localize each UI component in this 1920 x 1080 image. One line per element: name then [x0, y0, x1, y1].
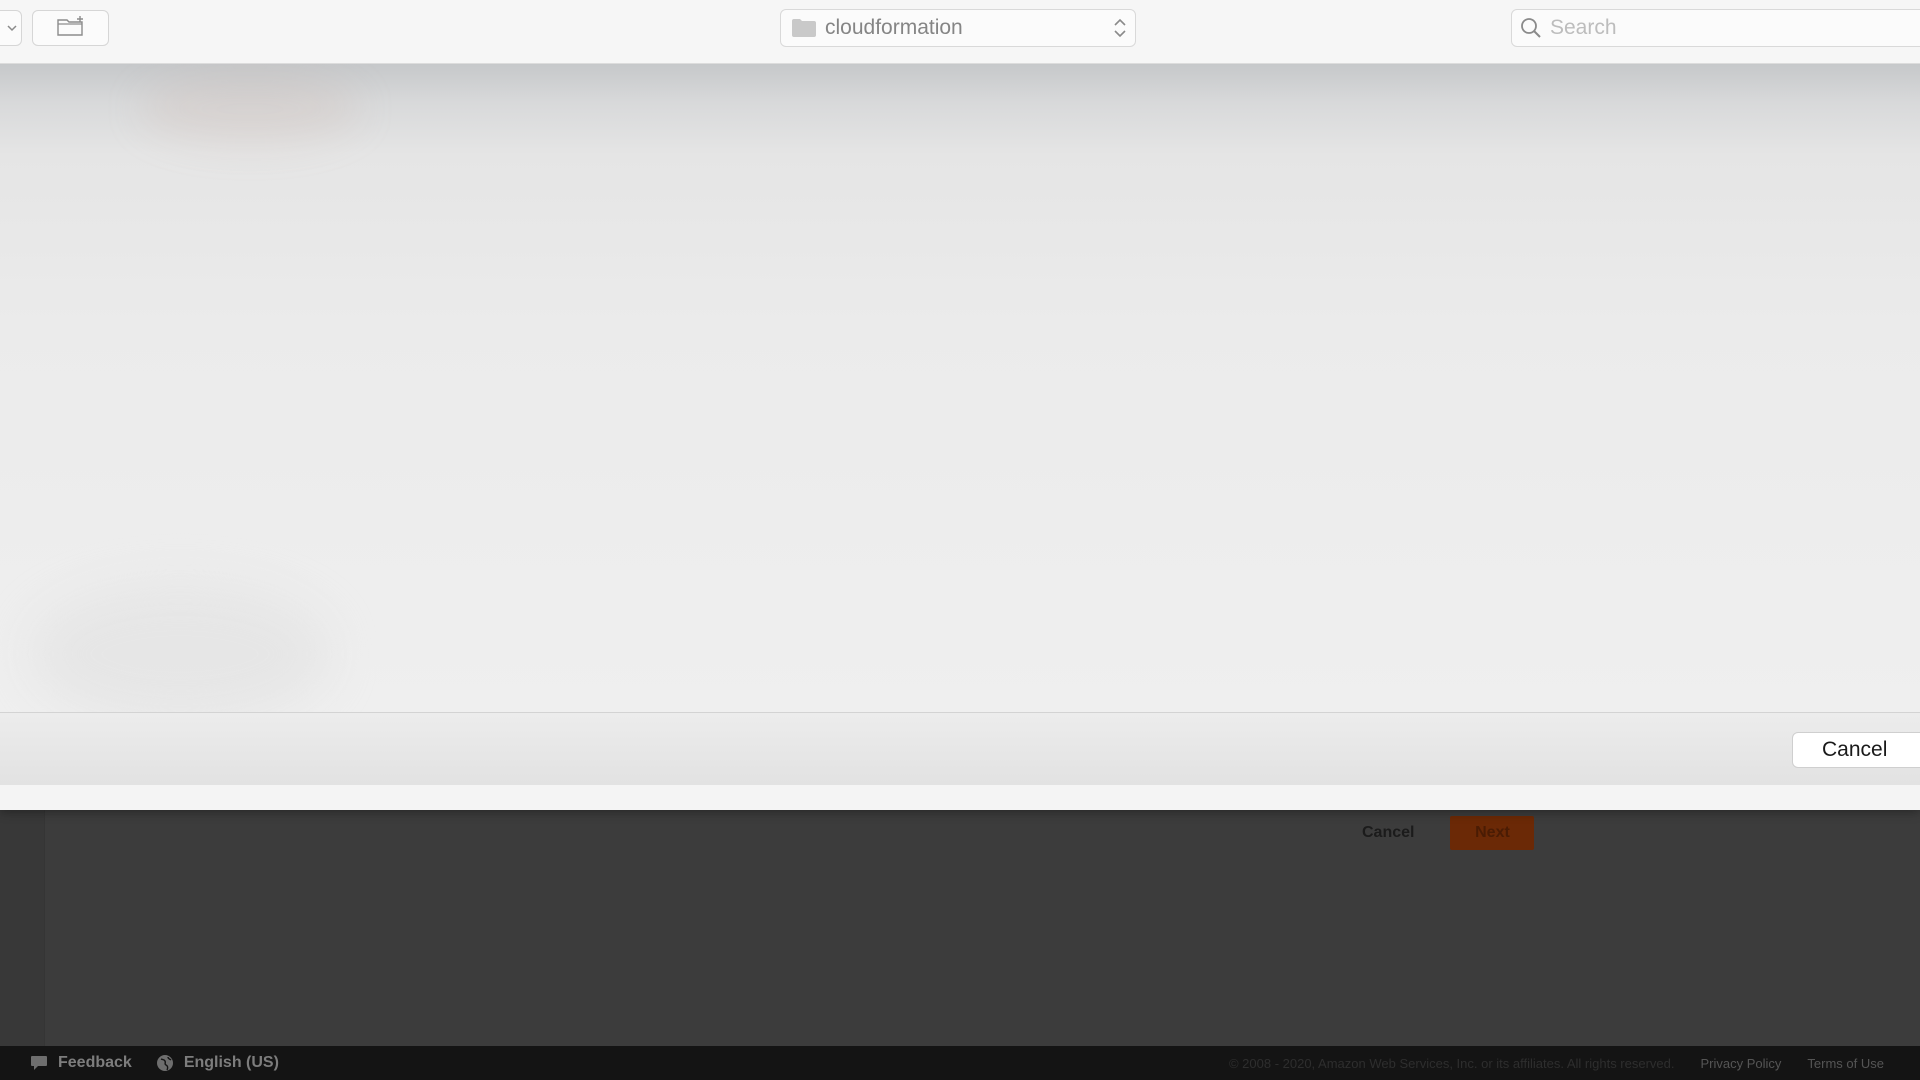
file-picker-sheet: cloudformation Cancel — [0, 0, 1920, 810]
view-options-button[interactable] — [0, 10, 22, 46]
sheet-bottom-edge — [0, 785, 1920, 810]
up-down-chevron-icon — [1113, 17, 1127, 39]
chevron-down-icon — [7, 19, 17, 37]
wizard-actions: Cancel Next — [1340, 816, 1535, 850]
new-folder-button[interactable] — [32, 10, 109, 46]
content-blur — [30, 584, 330, 712]
folder-icon — [791, 18, 817, 38]
footer-legal: © 2008 - 2020, Amazon Web Services, Inc.… — [1229, 1056, 1884, 1071]
feedback-label: Feedback — [58, 1054, 132, 1071]
file-picker-button-bar: Cancel — [0, 712, 1920, 786]
copyright-text: © 2008 - 2020, Amazon Web Services, Inc.… — [1228, 1055, 1675, 1071]
console-left-strip — [0, 810, 45, 1046]
search-input[interactable] — [1548, 15, 1882, 41]
location-label: cloudformation — [825, 16, 963, 39]
speech-bubble-icon — [30, 1055, 48, 1071]
new-folder-icon — [56, 15, 86, 42]
content-blur — [140, 74, 360, 144]
search-icon — [1520, 17, 1542, 39]
globe-icon — [156, 1054, 174, 1072]
file-picker-toolbar: cloudformation — [0, 0, 1920, 64]
search-field[interactable] — [1511, 9, 1920, 47]
language-label: English (US) — [183, 1054, 279, 1071]
console-next-button[interactable]: Next — [1450, 816, 1535, 850]
console-footer: Feedback English (US) © 2008 - 2020, Ama… — [0, 1046, 1920, 1080]
privacy-policy-link[interactable]: Privacy Policy — [1701, 1056, 1782, 1071]
file-browser-area[interactable] — [0, 64, 1920, 712]
console-cancel-button[interactable]: Cancel — [1340, 816, 1436, 850]
language-selector[interactable]: English (US) — [156, 1054, 279, 1072]
feedback-link[interactable]: Feedback — [30, 1054, 132, 1072]
cancel-button[interactable]: Cancel — [1792, 732, 1920, 768]
location-popup[interactable]: cloudformation — [780, 9, 1136, 47]
terms-of-use-link[interactable]: Terms of Use — [1807, 1056, 1884, 1071]
